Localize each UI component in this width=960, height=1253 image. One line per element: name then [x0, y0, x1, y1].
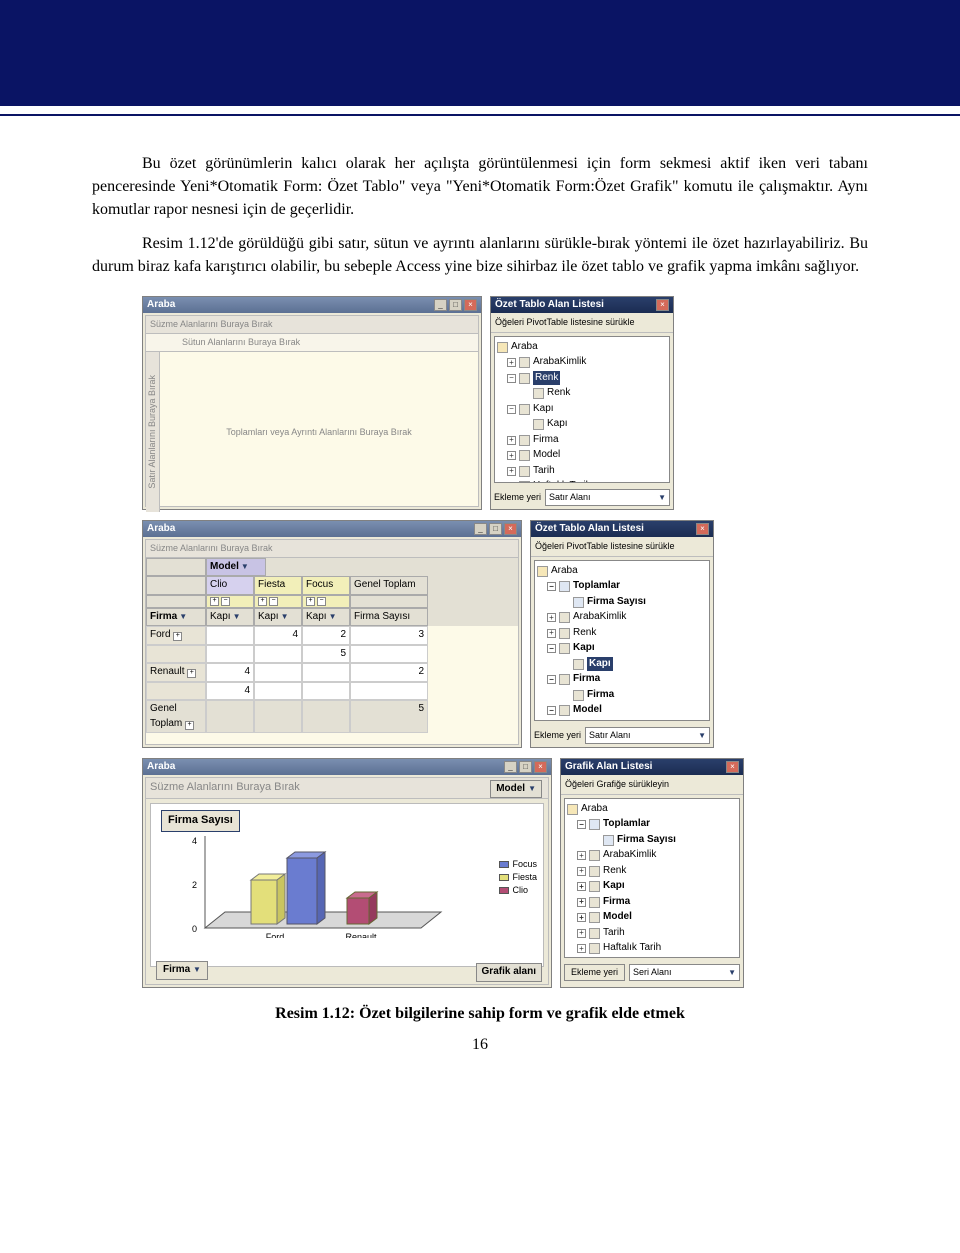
maximize-button[interactable]: □: [519, 761, 532, 773]
page-content: Bu özet görünümlerin kalıcı olarak her a…: [0, 116, 960, 1076]
model-dropdown[interactable]: Model▼: [490, 780, 542, 799]
add-to-select[interactable]: Satır Alanı▼: [585, 727, 710, 744]
titlebar[interactable]: Araba _ □ ×: [143, 521, 521, 537]
close-button[interactable]: ×: [534, 761, 547, 773]
table-row: 5: [146, 645, 518, 664]
table-row: Renault + 4 2: [146, 663, 518, 682]
minimize-button[interactable]: _: [504, 761, 517, 773]
minimize-button[interactable]: _: [474, 523, 487, 535]
filter-drop-zone[interactable]: Süzme Alanlarını Buraya Bırak: [146, 778, 548, 799]
minimize-button[interactable]: _: [434, 299, 447, 311]
add-to-select[interactable]: Seri Alanı▼: [629, 964, 740, 981]
field-tree[interactable]: Araba −Toplamlar Firma Sayısı +ArabaKiml…: [564, 798, 740, 958]
page-number: 16: [92, 1033, 868, 1056]
svg-text:Renault: Renault: [345, 932, 377, 938]
column-drop-zone[interactable]: Sütun Alanlarını Buraya Bırak: [146, 334, 478, 352]
panel-titlebar[interactable]: Grafik Alan Listesi ×: [561, 759, 743, 775]
svg-text:Ford: Ford: [266, 932, 285, 938]
pivot-chart-form: Araba _ □ × Süzme Alanlarını Buraya Bıra…: [142, 758, 552, 988]
x-axis-dropdown[interactable]: Firma ▼: [156, 961, 208, 980]
close-button[interactable]: ×: [504, 523, 517, 535]
data-drop-zone[interactable]: Toplamları veya Ayrıntı Alanlarını Buray…: [160, 352, 478, 512]
page-header: [0, 0, 960, 110]
add-to-select[interactable]: Satır Alanı▼: [545, 489, 670, 506]
figure-caption: Resim 1.12: Özet bilgilerine sahip form …: [92, 1002, 868, 1025]
maximize-button[interactable]: □: [489, 523, 502, 535]
table-row: Ford + 4 2 3: [146, 626, 518, 645]
maximize-button[interactable]: □: [449, 299, 462, 311]
pivot-form-table: Araba _ □ × Süzme Alanlarını Buraya Bıra…: [142, 520, 522, 748]
firma-header[interactable]: Firma▼: [146, 608, 206, 627]
panel-close-button[interactable]: ×: [656, 299, 669, 311]
col-grand-total: Genel Toplam: [350, 576, 428, 595]
chart-legend: Focus Fiesta Clio: [499, 858, 537, 897]
db-icon: [497, 342, 508, 353]
svg-text:4: 4: [192, 836, 197, 846]
field-list-panel-1: Özet Tablo Alan Listesi × Öğeleri PivotT…: [490, 296, 674, 510]
paragraph-2: Resim 1.12'de görüldüğü gibi satır, sütu…: [92, 232, 868, 278]
field-tree[interactable]: Araba +ArabaKimlik −Renk Renk −Kapı Kapı…: [494, 336, 670, 483]
field-list-panel-3: Grafik Alan Listesi × Öğeleri Grafiğe sü…: [560, 758, 744, 988]
col-clio[interactable]: Clio: [206, 576, 254, 595]
panel-titlebar[interactable]: Özet Tablo Alan Listesi ×: [491, 297, 673, 313]
titlebar[interactable]: Araba _ □ ×: [143, 297, 481, 313]
paragraph-1: Bu özet görünümlerin kalıcı olarak her a…: [92, 152, 868, 222]
close-button[interactable]: ×: [464, 299, 477, 311]
model-header[interactable]: Model▼: [206, 558, 266, 577]
count-header: Firma Sayısı: [350, 608, 428, 627]
svg-text:0: 0: [192, 924, 197, 934]
panel-hint: Öğeleri PivotTable listesine sürükle: [491, 313, 673, 333]
row-drop-zone[interactable]: Satır Alanlarını Buraya Bırak: [146, 352, 160, 512]
field-list-panel-2: Özet Tablo Alan Listesi × Öğeleri PivotT…: [530, 520, 714, 748]
chart-plot: Firma Sayısı 0 2 4: [150, 803, 544, 967]
add-to-label: Ekleme yeri: [494, 491, 541, 504]
panel-close-button[interactable]: ×: [696, 523, 709, 535]
chart-axis: 0 2 4: [191, 818, 451, 938]
pivot-table-body: Süzme Alanlarını Buraya Bırak Model▼ Cli…: [145, 539, 519, 745]
col-fiesta[interactable]: Fiesta: [254, 576, 302, 595]
panel-title: Özet Tablo Alan Listesi: [495, 298, 604, 313]
svg-text:2: 2: [192, 880, 197, 890]
panel-close-button[interactable]: ×: [726, 761, 739, 773]
grand-total-row: Genel Toplam + 5: [146, 700, 518, 733]
chart-area-label: Grafik alanı: [476, 963, 542, 982]
pivot-form-empty: Araba _ □ × Süzme Alanlarını Buraya Bıra…: [142, 296, 482, 510]
col-focus[interactable]: Focus: [302, 576, 350, 595]
panel-titlebar[interactable]: Özet Tablo Alan Listesi ×: [531, 521, 713, 537]
filter-drop-zone[interactable]: Süzme Alanlarını Buraya Bırak: [146, 316, 478, 334]
filter-drop-zone[interactable]: Süzme Alanlarını Buraya Bırak: [146, 540, 518, 558]
field-tree[interactable]: Araba −Toplamlar Firma Sayısı +ArabaKiml…: [534, 560, 710, 721]
figure-area: Araba _ □ × Süzme Alanlarını Buraya Bıra…: [142, 296, 868, 988]
table-row: 4: [146, 682, 518, 701]
titlebar[interactable]: Araba _ □ ×: [143, 759, 551, 775]
add-to-label[interactable]: Ekleme yeri: [564, 964, 625, 981]
window-title: Araba: [147, 298, 175, 313]
chart-body: Süzme Alanlarını Buraya Bırak Model▼ Fir…: [145, 777, 549, 985]
chevron-down-icon: ▼: [658, 492, 666, 504]
pivot-body: Süzme Alanlarını Buraya Bırak Sütun Alan…: [145, 315, 479, 507]
